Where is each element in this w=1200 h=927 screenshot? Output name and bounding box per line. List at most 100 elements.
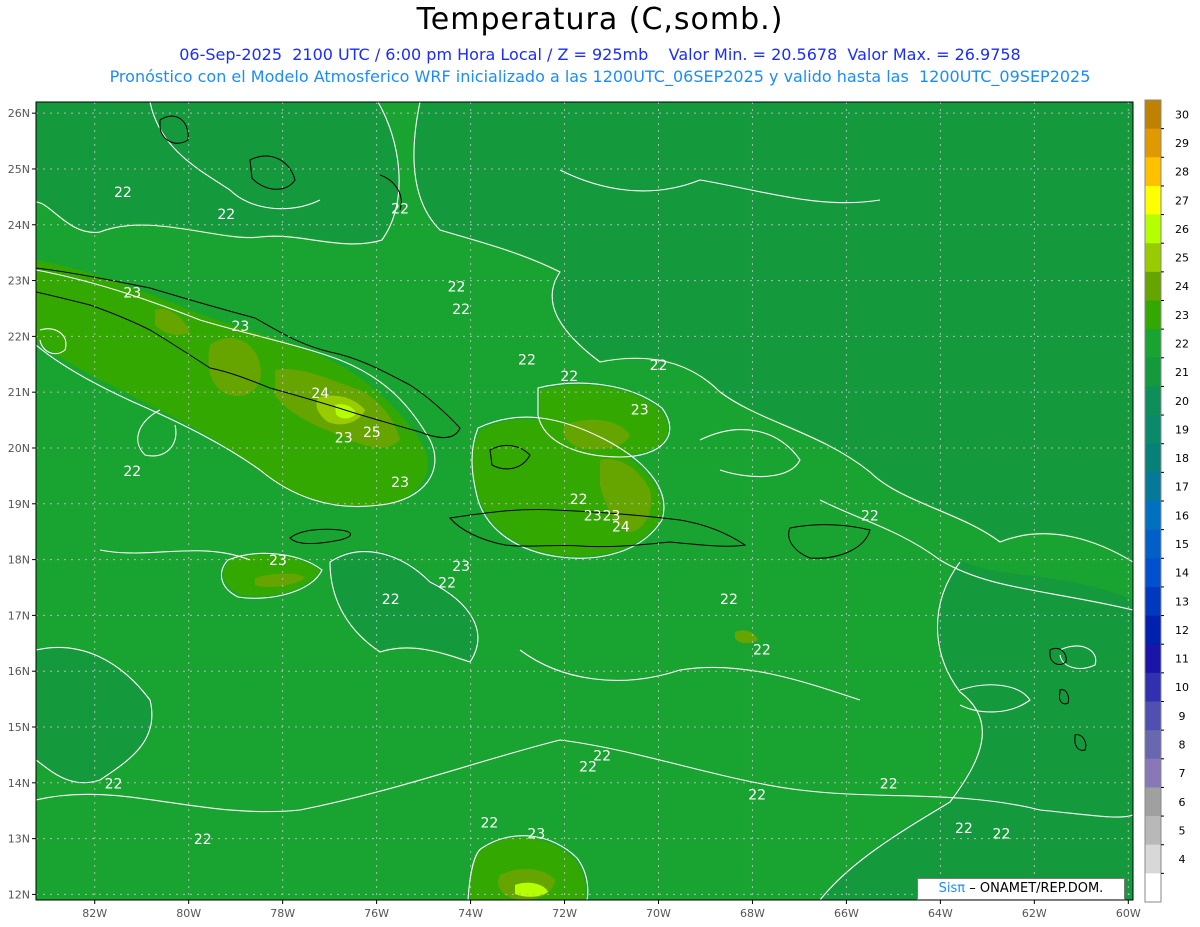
colorbar-swatch bbox=[1145, 501, 1161, 531]
colorbar-label: 19 bbox=[1175, 423, 1189, 436]
contour-value-label: 24 bbox=[311, 386, 329, 402]
contour-value-label: 22 bbox=[391, 202, 409, 218]
colorbar-swatch bbox=[1145, 615, 1161, 645]
lat-label: 20N bbox=[8, 442, 30, 455]
colorbar-label: 28 bbox=[1175, 166, 1189, 179]
colorbar-swatch bbox=[1145, 329, 1161, 359]
colorbar-swatch bbox=[1145, 558, 1161, 588]
colorbar-label: 14 bbox=[1175, 567, 1189, 580]
temperature-colorbar: 30 29 28 27 26 25 24 23 22 21 20 19 18 17 16 15 14 13 12 11… bbox=[1144, 99, 1189, 903]
contour-value-label: 22 bbox=[448, 280, 466, 296]
temperature-map: 2222 22232322222222222423 2523222322232423… bbox=[8, 99, 1189, 920]
colorbar-label: 18 bbox=[1175, 452, 1189, 465]
colorbar-label: 23 bbox=[1175, 309, 1189, 322]
contour-value-label: 23 bbox=[603, 509, 621, 525]
contour-value-label: 22 bbox=[753, 642, 771, 658]
colorbar-label: 15 bbox=[1175, 538, 1189, 551]
lat-label: 17N bbox=[8, 609, 30, 622]
contour-value-label: 22 bbox=[123, 464, 141, 480]
contour-value-label: 22 bbox=[452, 302, 470, 318]
contour-value-label: 22 bbox=[560, 369, 578, 385]
temperature-field: 2222 22232322222222222423 2523222322232423… bbox=[36, 102, 1133, 900]
contour-value-label: 23 bbox=[584, 509, 602, 525]
lon-label: 72W bbox=[552, 907, 577, 920]
contour-value-label: 22 bbox=[720, 592, 738, 608]
colorbar-label: 30 bbox=[1175, 108, 1189, 121]
colorbar-swatch bbox=[1145, 672, 1161, 702]
colorbar-swatch bbox=[1145, 243, 1161, 273]
lon-label: 64W bbox=[928, 907, 953, 920]
colorbar-label: 27 bbox=[1175, 194, 1189, 207]
contour-value-label: 22 bbox=[438, 575, 456, 591]
colorbar-swatch bbox=[1145, 644, 1161, 674]
contour-value-label: 22 bbox=[650, 358, 668, 374]
contour-value-label: 22 bbox=[570, 492, 588, 508]
colorbar-swatch bbox=[1145, 787, 1161, 817]
colorbar-swatch bbox=[1145, 185, 1161, 216]
colorbar-swatch bbox=[1145, 386, 1161, 416]
contour-value-label: 22 bbox=[480, 815, 498, 831]
contour-value-label: 23 bbox=[391, 475, 409, 491]
contour-value-label: 22 bbox=[382, 592, 400, 608]
contour-value-label: 22 bbox=[955, 821, 973, 837]
lat-label: 16N bbox=[8, 665, 30, 678]
lat-label: 26N bbox=[8, 107, 30, 120]
colorbar-swatch bbox=[1145, 300, 1161, 330]
lon-label: 62W bbox=[1022, 907, 1047, 920]
colorbar-swatch bbox=[1145, 415, 1161, 445]
lat-label: 14N bbox=[8, 777, 30, 790]
contour-value-label: 23 bbox=[631, 403, 649, 419]
lat-label: 24N bbox=[8, 219, 30, 232]
contour-value-label: 22 bbox=[217, 207, 235, 223]
contour-value-label: 23 bbox=[231, 319, 249, 335]
contour-value-label: 23 bbox=[335, 430, 353, 446]
colorbar-label: 8 bbox=[1179, 738, 1186, 751]
colorbar-label: 22 bbox=[1175, 337, 1189, 350]
colorbar-swatch bbox=[1145, 157, 1161, 187]
contour-value-label: 22 bbox=[748, 788, 766, 804]
contour-value-label: 23 bbox=[123, 285, 141, 301]
colorbar-label: 9 bbox=[1179, 710, 1186, 723]
contour-value-label: 22 bbox=[861, 509, 879, 525]
colorbar-label: 5 bbox=[1179, 824, 1186, 837]
credit-text: – ONAMET/REP.DOM. bbox=[969, 881, 1104, 896]
lat-label: 21N bbox=[8, 386, 30, 399]
lat-label: 18N bbox=[8, 554, 30, 567]
colorbar-label: 11 bbox=[1175, 653, 1189, 666]
colorbar-swatch bbox=[1145, 730, 1161, 760]
colorbar-swatch bbox=[1145, 472, 1161, 502]
colorbar-swatch bbox=[1145, 443, 1161, 473]
lon-label: 76W bbox=[364, 907, 389, 920]
colorbar-label: 21 bbox=[1175, 366, 1189, 379]
colorbar-swatch bbox=[1145, 100, 1161, 130]
contour-value-label: 22 bbox=[880, 776, 898, 792]
colorbar-label: 25 bbox=[1175, 252, 1189, 265]
colorbar-swatch bbox=[1145, 816, 1161, 846]
colorbar-label: 7 bbox=[1179, 767, 1186, 780]
colorbar-swatch bbox=[1145, 529, 1161, 559]
colorbar-label: 12 bbox=[1175, 624, 1189, 637]
lon-label: 78W bbox=[270, 907, 295, 920]
lon-label: 70W bbox=[646, 907, 671, 920]
lat-label: 23N bbox=[8, 275, 30, 288]
colorbar-label: 10 bbox=[1175, 681, 1189, 694]
lon-label: 66W bbox=[834, 907, 859, 920]
contour-value-label: 22 bbox=[114, 185, 132, 201]
colorbar-swatch bbox=[1145, 128, 1161, 158]
contour-value-label: 25 bbox=[363, 425, 381, 441]
contour-value-label: 22 bbox=[593, 748, 611, 764]
lat-label: 13N bbox=[8, 833, 30, 846]
colorbar-label: 6 bbox=[1179, 796, 1186, 809]
colorbar-label: 13 bbox=[1175, 595, 1189, 608]
credit-box: Sisπ – ONAMET/REP.DOM. bbox=[917, 878, 1125, 900]
colorbar-swatch bbox=[1145, 758, 1161, 788]
lon-label: 60W bbox=[1116, 907, 1141, 920]
colorbar-label: 20 bbox=[1175, 395, 1189, 408]
colorbar-swatch bbox=[1145, 357, 1161, 387]
colorbar-swatch bbox=[1145, 701, 1161, 731]
lat-label: 19N bbox=[8, 498, 30, 511]
colorbar-swatch bbox=[1145, 586, 1161, 617]
contour-value-label: 22 bbox=[993, 827, 1011, 843]
contour-value-label: 23 bbox=[269, 553, 287, 569]
lon-label: 82W bbox=[82, 907, 107, 920]
